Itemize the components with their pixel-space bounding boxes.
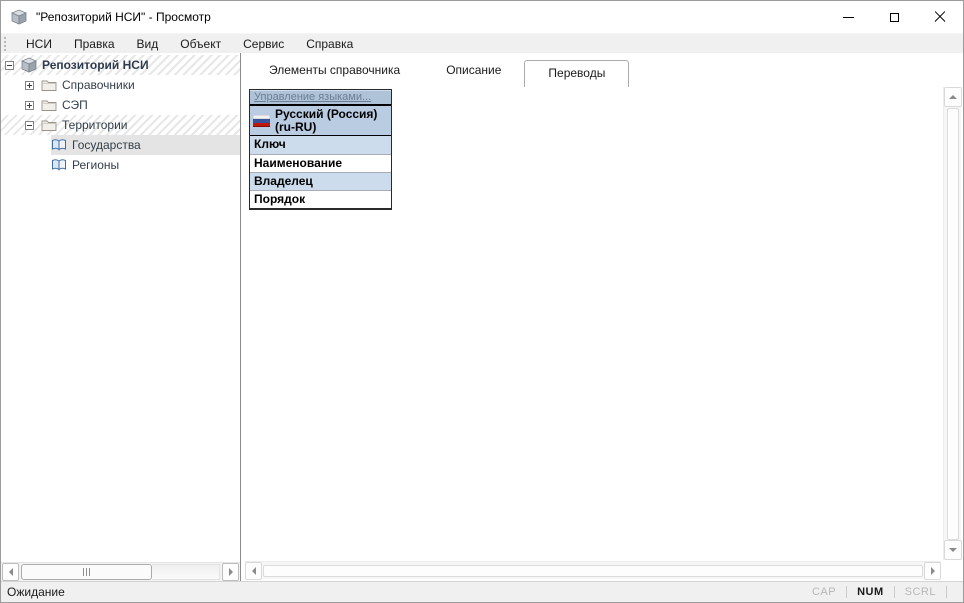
expand-plus-icon[interactable] bbox=[25, 80, 34, 90]
menubar-gripper-icon bbox=[4, 36, 7, 51]
tree-row-fill: Территории bbox=[41, 115, 240, 135]
tree-item-label: Государства bbox=[72, 138, 141, 152]
tab-translations[interactable]: Переводы bbox=[524, 60, 630, 87]
tree-item-label: Справочники bbox=[62, 78, 135, 92]
translations-tabpage: Управление языками... Русский (Россия) (… bbox=[241, 87, 963, 581]
arrow-up-icon bbox=[948, 95, 957, 99]
keyboard-indicators: CAP NUM SCRL bbox=[802, 582, 963, 602]
arrow-left-icon bbox=[251, 566, 256, 575]
collapse-minus-icon[interactable] bbox=[5, 60, 14, 70]
app-window: "Репозиторий НСИ" - Просмотр НСИ Правка … bbox=[0, 0, 964, 603]
maximize-icon bbox=[889, 12, 899, 22]
russia-flag-icon bbox=[253, 114, 270, 127]
scroll-down-button[interactable] bbox=[943, 540, 962, 560]
tree-item-label: Репозиторий НСИ bbox=[42, 58, 149, 72]
detail-panel: Элементы справочника Описание Переводы У… bbox=[240, 53, 963, 581]
arrow-left-icon bbox=[8, 568, 13, 576]
num-lock-indicator: NUM bbox=[857, 586, 884, 598]
menubar: НСИ Правка Вид Объект Сервис Справка bbox=[1, 33, 963, 53]
manage-languages-link[interactable]: Управление языками... bbox=[254, 91, 371, 103]
close-button[interactable] bbox=[917, 1, 963, 33]
main-area: Репозиторий НСИ Справочники СЭП Территор… bbox=[1, 53, 963, 581]
scroll-left-button[interactable] bbox=[2, 563, 19, 581]
menu-help[interactable]: Справка bbox=[295, 34, 364, 54]
separator bbox=[946, 586, 947, 598]
maximize-button[interactable] bbox=[871, 1, 917, 33]
caps-lock-indicator: CAP bbox=[811, 586, 837, 598]
tree-item-label: Территории bbox=[62, 118, 128, 132]
scrollbar-thumb[interactable] bbox=[263, 564, 923, 577]
language-column-header[interactable]: Русский (Россия) (ru-RU) bbox=[250, 106, 391, 136]
table-row-order[interactable]: Порядок bbox=[250, 190, 391, 208]
open-book-icon bbox=[52, 139, 66, 151]
minimize-button[interactable] bbox=[825, 1, 871, 33]
table-row-name[interactable]: Наименование bbox=[250, 154, 391, 172]
expand-plus-icon[interactable] bbox=[25, 100, 34, 110]
table-row-owner[interactable]: Владелец bbox=[250, 172, 391, 190]
tree-row-fill: Государства bbox=[51, 135, 240, 155]
open-book-icon bbox=[52, 159, 66, 171]
status-message: Ожидание bbox=[7, 585, 65, 599]
tree-row-fill: Репозиторий НСИ bbox=[21, 55, 240, 75]
horizontal-scrollbar[interactable] bbox=[245, 561, 941, 580]
titlebar: "Репозиторий НСИ" - Просмотр bbox=[1, 1, 963, 33]
scrollbar-track[interactable] bbox=[152, 564, 220, 580]
arrow-right-icon bbox=[228, 568, 233, 576]
scroll-right-button[interactable] bbox=[924, 561, 941, 580]
tree-item-sep[interactable]: СЭП bbox=[1, 95, 240, 115]
menu-nsi[interactable]: НСИ bbox=[15, 34, 63, 54]
language-code: (ru-RU) bbox=[275, 119, 317, 134]
scroll-right-button[interactable] bbox=[222, 563, 239, 581]
arrow-right-icon bbox=[930, 566, 935, 575]
scroll-up-button[interactable] bbox=[943, 87, 962, 107]
menu-view[interactable]: Вид bbox=[126, 34, 170, 54]
tree-item-spravochniki[interactable]: Справочники bbox=[1, 75, 240, 95]
tree-item-territorii[interactable]: Территории bbox=[1, 115, 240, 135]
tree-item-label: Регионы bbox=[72, 158, 120, 172]
repository-tree: Репозиторий НСИ Справочники СЭП Территор… bbox=[1, 55, 240, 562]
language-name: Русский (Россия) bbox=[275, 106, 378, 121]
tree-row-fill: Справочники bbox=[41, 75, 240, 95]
tabstrip: Элементы справочника Описание Переводы bbox=[241, 53, 963, 87]
tree-item-regiony[interactable]: Регионы bbox=[1, 155, 240, 175]
language-label: Русский (Россия) (ru-RU) bbox=[275, 106, 378, 134]
folder-icon bbox=[41, 100, 57, 111]
tree-item-gosudarstva[interactable]: Государства bbox=[1, 135, 240, 155]
statusbar: Ожидание CAP NUM SCRL bbox=[1, 581, 963, 602]
folder-icon bbox=[41, 80, 57, 91]
repository-package-icon bbox=[21, 57, 37, 73]
scrollbar-thumb[interactable] bbox=[946, 108, 959, 540]
tree-item-repository[interactable]: Репозиторий НСИ bbox=[1, 55, 240, 75]
collapse-minus-icon[interactable] bbox=[25, 120, 34, 130]
scrollbar-thumb[interactable] bbox=[21, 564, 152, 580]
scrollbar-thumb-grip-icon bbox=[83, 568, 84, 576]
close-icon bbox=[934, 11, 946, 23]
table-row-key[interactable]: Ключ bbox=[250, 136, 391, 154]
minimize-icon bbox=[842, 16, 854, 18]
tree-panel: Репозиторий НСИ Справочники СЭП Территор… bbox=[1, 53, 240, 581]
arrow-down-icon bbox=[948, 548, 957, 552]
window-title: "Репозиторий НСИ" - Просмотр bbox=[36, 10, 211, 24]
window-controls bbox=[825, 1, 963, 33]
tree-row-fill: Регионы bbox=[51, 155, 240, 175]
translations-table: Управление языками... Русский (Россия) (… bbox=[249, 89, 392, 210]
folder-icon bbox=[41, 120, 57, 131]
scroll-left-button[interactable] bbox=[245, 561, 262, 580]
scroll-lock-indicator: SCRL bbox=[904, 586, 936, 598]
menu-service[interactable]: Сервис bbox=[232, 34, 295, 54]
tab-description[interactable]: Описание bbox=[423, 53, 524, 87]
tab-elements[interactable]: Элементы справочника bbox=[246, 53, 423, 87]
app-package-icon bbox=[11, 9, 27, 25]
table-header: Управление языками... bbox=[250, 90, 391, 106]
menu-edit[interactable]: Правка bbox=[63, 34, 126, 54]
tree-horizontal-scrollbar[interactable] bbox=[1, 562, 240, 581]
tree-item-label: СЭП bbox=[62, 98, 88, 112]
vertical-scrollbar[interactable] bbox=[943, 87, 962, 560]
tree-row-fill: СЭП bbox=[41, 95, 240, 115]
menu-object[interactable]: Объект bbox=[169, 34, 232, 54]
